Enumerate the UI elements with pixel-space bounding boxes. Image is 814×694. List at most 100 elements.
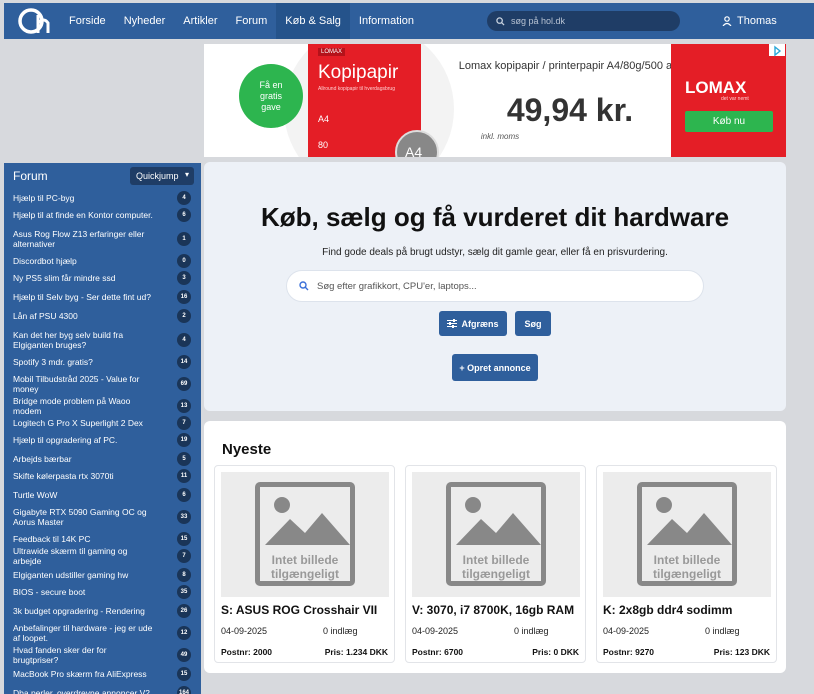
thread-title: Lån af PSU 4300 — [13, 310, 78, 321]
create-listing-button[interactable]: + Opret annonce — [452, 354, 538, 381]
sidebar-thread-item[interactable]: Ny PS5 slim får mindre ssd 3 — [4, 269, 201, 286]
listing-image-placeholder: Intet billede tilgængeligt — [603, 472, 771, 597]
reply-count-badge: 35 — [177, 584, 191, 599]
sidebar-thread-item[interactable]: Feedback til 14K PC 15 — [4, 530, 201, 547]
nav-item-1[interactable]: Nyheder — [115, 3, 175, 39]
reply-count-badge: 12 — [177, 625, 191, 640]
hero-title: Køb, sælg og få vurderet dit hardware — [260, 202, 730, 232]
ad-tagline: det var nemt — [721, 96, 749, 102]
thread-title: Ny PS5 slim får mindre ssd — [13, 272, 116, 283]
site-search[interactable] — [487, 11, 680, 31]
listing-card[interactable]: Intet billede tilgængeligt V: 3070, i7 87… — [405, 465, 586, 663]
sidebar-thread-item[interactable]: Skifte kølerpasta rtx 3070ti 11 — [4, 467, 201, 484]
listing-date: 04-09-2025 — [603, 626, 650, 636]
nav-item-5[interactable]: Information — [350, 3, 423, 39]
listing-posts: 0 indlæg — [323, 626, 358, 636]
hardware-search-input[interactable] — [317, 280, 677, 292]
sidebar-thread-item[interactable]: Gigabyte RTX 5090 Gaming OC og Aorus Mas… — [4, 503, 201, 530]
listing-postnr: Postnr: 6700 — [412, 647, 464, 657]
reply-count-badge: 6 — [177, 487, 191, 502]
forum-sidebar: Forum Quickjump ▾ Hjælp til PC-byg 4 Hjælp… — [4, 163, 201, 694]
ad-gift-badge: Få en gratis gave — [239, 64, 303, 128]
reply-count-badge: 16 — [177, 289, 191, 304]
ad-banner[interactable]: Få en gratis gave LOMAX Kopipapir Allrou… — [204, 44, 786, 157]
reply-count-badge: 15 — [177, 666, 191, 681]
ad-box-a4: A4 — [318, 114, 330, 124]
sidebar-thread-item[interactable]: Ultrawide skærm til gaming og arbejde 7 — [4, 545, 201, 566]
sidebar-thread-item[interactable]: BIOS - secure boot 35 — [4, 583, 201, 600]
site-search-input[interactable] — [511, 16, 661, 26]
thread-title: Turtle WoW — [13, 489, 58, 500]
reply-count-badge: 1 — [177, 231, 191, 246]
user-menu[interactable]: Thomas — [722, 3, 777, 39]
ad-product-title: Lomax kopipapir / printerpapir A4/80g/50… — [458, 60, 682, 72]
nav-item-4[interactable]: Køb & Salg — [276, 3, 350, 39]
image-placeholder-icon: Intet billede tilgængeligt — [637, 482, 737, 586]
search-icon — [299, 281, 309, 291]
nav-item-0[interactable]: Forside — [60, 3, 115, 39]
user-icon — [722, 16, 732, 26]
adchoices-icon[interactable] — [769, 44, 785, 57]
sidebar-thread-item[interactable]: Lån af PSU 4300 2 — [4, 307, 201, 324]
sidebar-thread-item[interactable]: Bridge mode problem på Waoo modem 13 — [4, 395, 201, 416]
image-placeholder-icon: Intet billede tilgængeligt — [255, 482, 355, 586]
listing-card[interactable]: Intet billede tilgængeligt K: 2x8gb ddr4 … — [596, 465, 777, 663]
listing-image-placeholder: Intet billede tilgængeligt — [412, 472, 580, 597]
reply-count-badge: 6 — [177, 207, 191, 222]
reply-count-badge: 19 — [177, 432, 191, 447]
sidebar-thread-item[interactable]: Hjælp til opgradering af PC. 19 — [4, 431, 201, 448]
nav-item-2[interactable]: Artikler — [174, 3, 226, 39]
filter-button[interactable]: Afgræns — [439, 311, 507, 336]
reply-count-badge: 26 — [177, 603, 191, 618]
nav-item-3[interactable]: Forum — [227, 3, 277, 39]
reply-count-badge: 7 — [177, 415, 191, 430]
sidebar-thread-item[interactable]: Spotify 3 mdr. gratis? 14 — [4, 353, 201, 370]
hardware-search[interactable] — [286, 270, 704, 302]
sidebar-thread-item[interactable]: Dba perler, overdrevne annoncer V2 164 — [4, 684, 201, 694]
listing-image-placeholder: Intet billede tilgængeligt — [221, 472, 389, 597]
listing-posts: 0 indlæg — [514, 626, 549, 636]
thread-title: 3k budget opgradering - Rendering — [13, 605, 145, 616]
thread-title: Bridge mode problem på Waoo modem — [13, 395, 131, 416]
latest-listings: Nyeste Intet billede tilgængeligt S: ASUS… — [204, 421, 786, 673]
quickjump-button[interactable]: Quickjump ▾ — [130, 167, 194, 185]
ad-brand-panel: LOMAX det var nemt Køb nu — [671, 44, 786, 157]
ad-box-brand: LOMAX — [318, 48, 346, 56]
sliders-icon — [447, 319, 458, 328]
reply-count-badge: 7 — [177, 548, 191, 563]
thread-title: Hjælp til PC-byg — [13, 192, 75, 203]
sidebar-thread-item[interactable]: Anbefalinger til hardware - jeg er ude a… — [4, 619, 201, 646]
sidebar-thread-item[interactable]: Hjælp til Selv byg - Ser dette fint ud? 1… — [4, 288, 201, 305]
reply-count-badge: 11 — [177, 468, 191, 483]
sidebar-thread-item[interactable]: Asus Rog Flow Z13 erfaringer eller alter… — [4, 225, 201, 252]
sidebar-thread-item[interactable]: Mobil Tilbudstråd 2025 - Value for money… — [4, 370, 201, 397]
sidebar-thread-item[interactable]: Turtle WoW 6 — [4, 486, 201, 503]
sidebar-thread-item[interactable]: Hvad fanden sker der for brugtpriser? 49 — [4, 645, 201, 665]
sidebar-thread-item[interactable]: Kan det her byg selv build fra Elgigante… — [4, 326, 201, 353]
sidebar-thread-item[interactable]: Elgiganten udstiller gaming hw 8 — [4, 566, 201, 583]
thread-title: Ultrawide skærm til gaming og arbejde — [13, 545, 128, 566]
listing-title: V: 3070, i7 8700K, 16gb RAM — [412, 603, 575, 617]
search-button[interactable]: Søg — [515, 311, 551, 336]
sidebar-thread-item[interactable]: Arbejds bærbar 5 — [4, 450, 201, 467]
reply-count-badge: 5 — [177, 451, 191, 466]
site-logo[interactable] — [18, 6, 52, 36]
thread-title: Hjælp til Selv byg - Ser dette fint ud? — [13, 291, 151, 302]
listing-card[interactable]: Intet billede tilgængeligt S: ASUS ROG Cr… — [214, 465, 395, 663]
sidebar-thread-item[interactable]: MacBook Pro skærm fra AliExpress 15 — [4, 665, 201, 682]
ad-box-80: 80 — [318, 140, 329, 150]
sidebar-thread-item[interactable]: Discordbot hjælp 0 — [4, 252, 201, 269]
sidebar-thread-item[interactable]: Logitech G Pro X Superlight 2 Dex 7 — [4, 414, 201, 431]
sidebar-thread-item[interactable]: 3k budget opgradering - Rendering 26 — [4, 602, 201, 619]
sidebar-thread-item[interactable]: Hjælp til at finde en Kontor computer. 6 — [4, 206, 201, 223]
thread-title: Skifte kølerpasta rtx 3070ti — [13, 470, 114, 481]
sidebar-header: Forum Quickjump ▾ — [4, 163, 201, 189]
ad-moms: inkl. moms — [480, 132, 520, 141]
sidebar-thread-item[interactable]: Hjælp til PC-byg 4 — [4, 189, 201, 206]
reply-count-badge: 15 — [177, 531, 191, 546]
thread-title: Gigabyte RTX 5090 Gaming OC og Aorus Mas… — [13, 506, 147, 527]
thread-title: Feedback til 14K PC — [13, 533, 91, 544]
ad-price: 49,94 kr. — [506, 92, 634, 128]
ad-buy-button[interactable]: Køb nu — [685, 111, 773, 132]
reply-count-badge: 3 — [177, 270, 191, 285]
